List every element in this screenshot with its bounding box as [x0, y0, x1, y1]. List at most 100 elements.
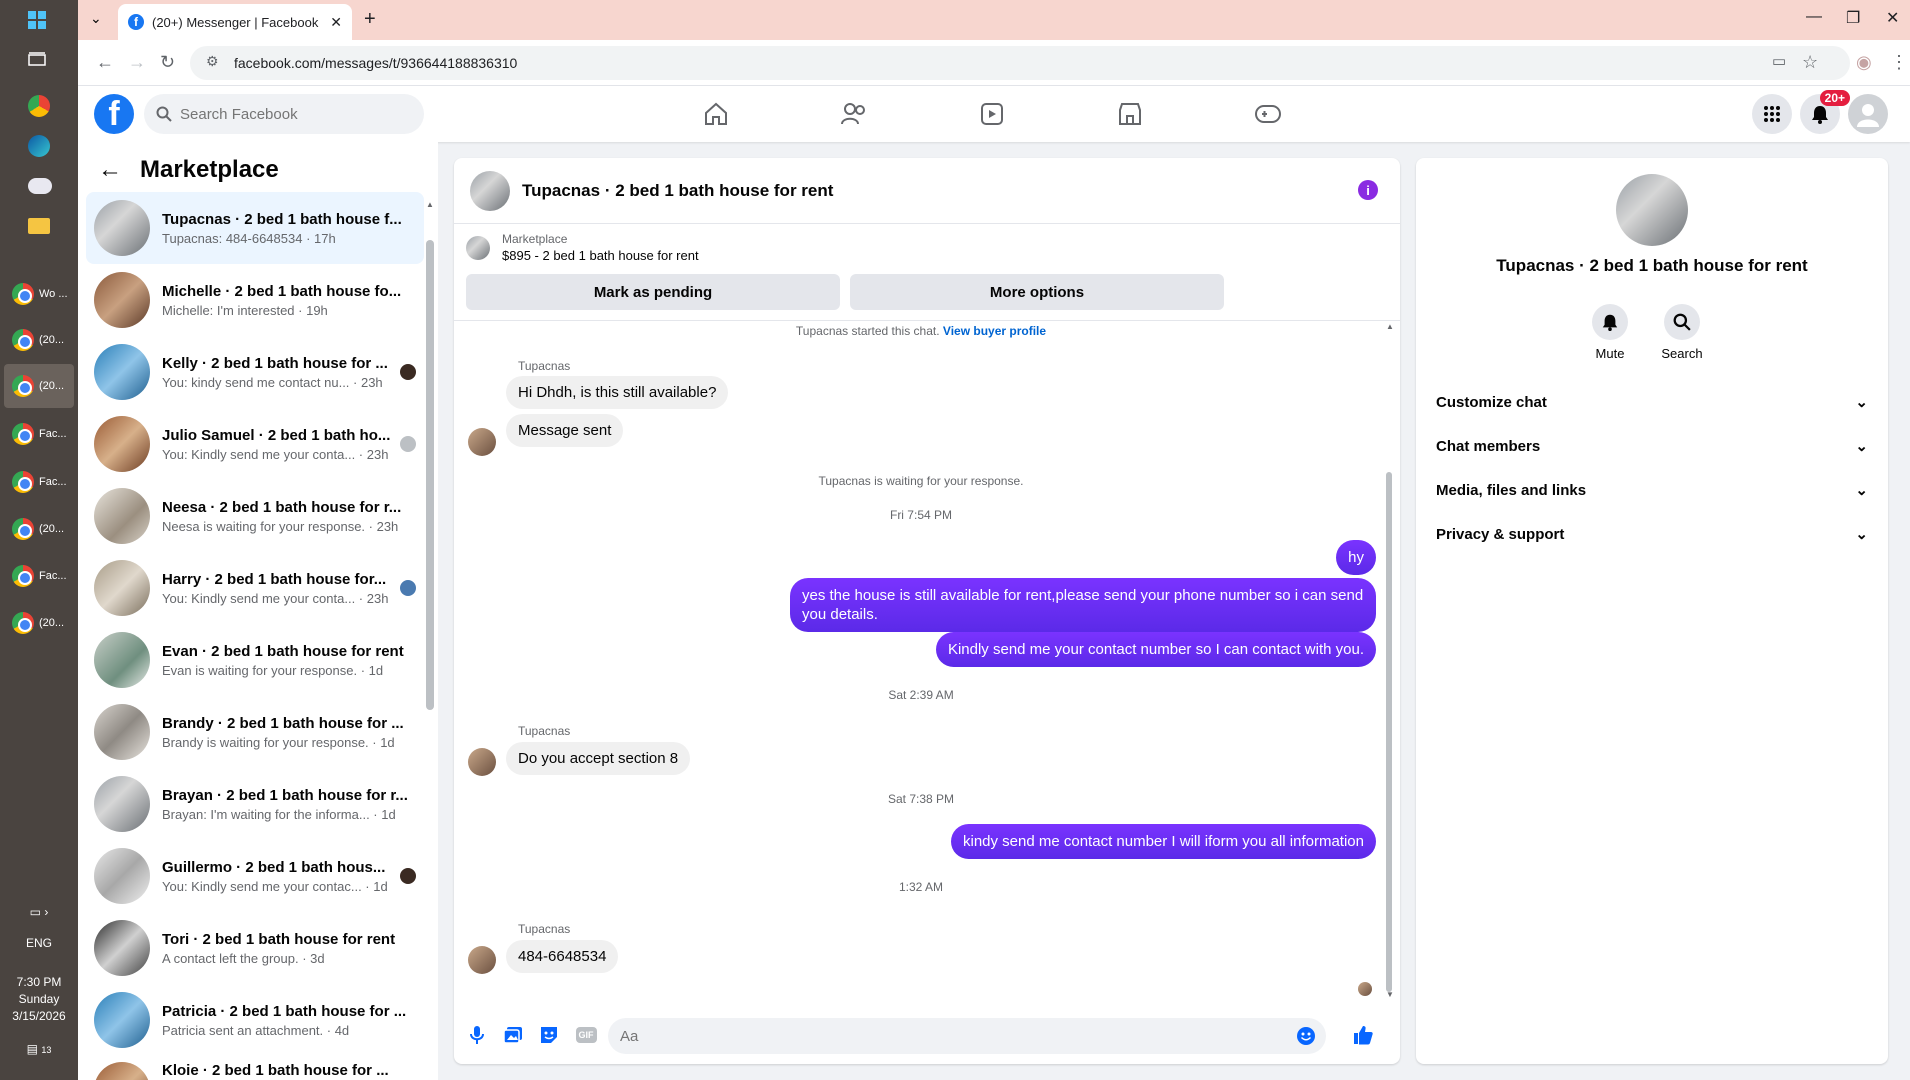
microphone-icon[interactable] [466, 1024, 488, 1046]
conversation-item[interactable]: Guillermo · 2 bed 1 bath hous... You: Kin… [86, 840, 424, 912]
url-text[interactable]: facebook.com/messages/t/936644188836310 [234, 50, 517, 76]
incoming-message[interactable]: Message sent [506, 414, 624, 447]
task-view-icon[interactable] [0, 40, 78, 80]
conversation-item[interactable]: Brayan · 2 bed 1 bath house for r... Bray… [86, 768, 424, 840]
photo-attach-icon[interactable] [502, 1024, 524, 1046]
house-thumbnail [94, 488, 150, 544]
chat-avatar[interactable] [470, 170, 510, 211]
privacy-support-section[interactable]: Privacy & support ⌄ [1428, 512, 1876, 556]
conversation-item[interactable]: Michelle · 2 bed 1 bath house fo... Miche… [86, 264, 424, 336]
profile-avatar[interactable] [1616, 174, 1688, 246]
windows-start-icon[interactable] [0, 0, 78, 40]
tab-close-icon[interactable]: ✕ [330, 14, 342, 31]
message-thread-scrollbar[interactable]: ▲ ▼ [1386, 322, 1394, 1002]
taskbar-app-2[interactable]: (20... [4, 318, 74, 362]
edge-icon[interactable] [0, 126, 78, 166]
taskbar-app-6[interactable]: (20... [4, 507, 74, 551]
facebook-search[interactable] [144, 94, 424, 134]
timestamp: 1:32 AM [898, 880, 944, 894]
conversation-item[interactable]: Kloie · 2 bed 1 bath house for ... [86, 1056, 424, 1080]
taskbar-app-4[interactable]: Fac... [4, 412, 74, 456]
site-info-icon[interactable]: ⚙ [206, 53, 219, 70]
notifications-button[interactable]: 20+ [1800, 90, 1850, 134]
taskbar-app-5[interactable]: Fac... [4, 460, 74, 504]
menu-grid-button[interactable] [1752, 94, 1792, 134]
chrome-icon[interactable] [0, 86, 78, 126]
restore-icon[interactable]: ❐ [1846, 8, 1860, 28]
friends-nav-icon[interactable] [834, 94, 874, 134]
back-arrow-icon[interactable]: ← [98, 156, 122, 184]
taskbar-app-1[interactable]: Wo ... [4, 272, 74, 316]
mute-button[interactable]: Mute [1580, 304, 1640, 361]
incoming-message[interactable]: 484-6648534 [506, 940, 619, 973]
browser-tab-messenger[interactable]: f (20+) Messenger | Facebook ✕ [118, 4, 352, 40]
sender-avatar[interactable] [468, 946, 496, 974]
window-close-icon[interactable]: ✕ [1886, 8, 1899, 28]
message-input-box[interactable] [608, 1018, 1326, 1054]
new-tab-icon[interactable]: + [364, 8, 376, 31]
media-files-links-section[interactable]: Media, files and links ⌄ [1428, 468, 1876, 512]
conversation-item[interactable]: Julio Samuel · 2 bed 1 bath ho... You: Ki… [86, 408, 424, 480]
weather-app-icon[interactable] [0, 166, 78, 206]
emoji-icon[interactable] [1296, 1026, 1316, 1051]
conversation-item[interactable]: Brandy · 2 bed 1 bath house for ... Brand… [86, 696, 424, 768]
facebook-search-input[interactable] [180, 105, 400, 123]
conversation-item[interactable]: Tori · 2 bed 1 bath house for rent A cont… [86, 912, 424, 984]
message-input[interactable] [620, 1027, 1260, 1045]
more-options-button[interactable]: More options [850, 274, 1224, 310]
customize-chat-section[interactable]: Customize chat ⌄ [1428, 380, 1876, 424]
chrome-menu-icon[interactable]: ⋮ [1890, 52, 1908, 73]
conversation-item[interactable]: Tupacnas · 2 bed 1 bath house f... Tupacn… [86, 192, 424, 264]
conversation-item[interactable]: Harry · 2 bed 1 bath house for... You: Ki… [86, 552, 424, 624]
conversation-item[interactable]: Neesa · 2 bed 1 bath house for r... Neesa… [86, 480, 424, 552]
scrollbar-thumb[interactable] [426, 240, 434, 710]
chat-members-section[interactable]: Chat members ⌄ [1428, 424, 1876, 468]
display-icon[interactable]: ▭ › [0, 905, 78, 919]
outgoing-message[interactable]: Kindly send me your contact number so I … [935, 632, 1376, 667]
search-in-chat-button[interactable]: Search [1652, 304, 1712, 361]
gif-icon[interactable]: GIF [574, 1024, 598, 1046]
reload-icon[interactable]: ↻ [160, 52, 175, 73]
conversation-list-scrollbar[interactable]: ▲ [426, 200, 434, 755]
scrollbar-thumb[interactable] [1386, 472, 1392, 992]
chrome-app-icon [12, 329, 34, 351]
tab-list-chevron-icon[interactable]: ⌄ [90, 10, 102, 27]
file-explorer-icon[interactable] [0, 206, 78, 246]
clock-time[interactable]: 7:30 PM [0, 975, 78, 989]
taskbar-app-7[interactable]: Fac... [4, 554, 74, 598]
notification-center-icon[interactable]: ▤ 13 [0, 1042, 78, 1056]
outgoing-message[interactable]: yes the house is still available for ren… [790, 578, 1376, 632]
conversation-item[interactable]: Evan · 2 bed 1 bath house for rent Evan i… [86, 624, 424, 696]
incoming-message[interactable]: Hi Dhdh, is this still available? [506, 376, 729, 409]
profile-icon[interactable]: ◉ [1856, 52, 1872, 73]
facebook-logo-icon[interactable]: f [94, 94, 134, 134]
gaming-nav-icon[interactable] [1248, 94, 1288, 134]
thumbs-up-icon[interactable] [1350, 1024, 1376, 1046]
outgoing-message[interactable]: kindy send me contact number I will ifor… [950, 824, 1376, 859]
minimize-icon[interactable]: — [1806, 8, 1822, 26]
marketplace-nav-icon[interactable] [1110, 94, 1150, 134]
outgoing-message[interactable]: hy [1336, 540, 1376, 575]
taskbar-app-8[interactable]: (20... [4, 601, 74, 645]
conversation-item[interactable]: Patricia · 2 bed 1 bath house for ... Pat… [86, 984, 424, 1056]
chat-title[interactable]: Tupacnas · 2 bed 1 bath house for rent [522, 181, 833, 201]
account-avatar-button[interactable] [1848, 94, 1888, 134]
install-app-icon[interactable]: ▭ [1772, 52, 1786, 70]
language-indicator[interactable]: ENG [0, 936, 78, 950]
taskbar-app-3[interactable]: (20... [4, 364, 74, 408]
mark-pending-button[interactable]: Mark as pending [466, 274, 840, 310]
listing-summary[interactable]: Marketplace $895 - 2 bed 1 bath house fo… [466, 232, 699, 263]
incoming-message[interactable]: Do you accept section 8 [506, 742, 691, 775]
sender-avatar[interactable] [468, 748, 496, 776]
view-buyer-profile-link[interactable]: View buyer profile [943, 324, 1046, 338]
conversation-item[interactable]: Kelly · 2 bed 1 bath house for ... You: k… [86, 336, 424, 408]
sender-avatar[interactable] [468, 428, 496, 456]
facebook-header: f 20+ [78, 86, 1910, 142]
bookmark-star-icon[interactable]: ☆ [1802, 52, 1818, 73]
info-icon[interactable]: i [1358, 180, 1378, 200]
back-icon[interactable]: ← [96, 52, 114, 73]
video-nav-icon[interactable] [972, 94, 1012, 134]
forward-icon[interactable]: → [128, 52, 146, 73]
home-nav-icon[interactable] [696, 94, 736, 134]
sticker-icon[interactable] [538, 1024, 560, 1046]
